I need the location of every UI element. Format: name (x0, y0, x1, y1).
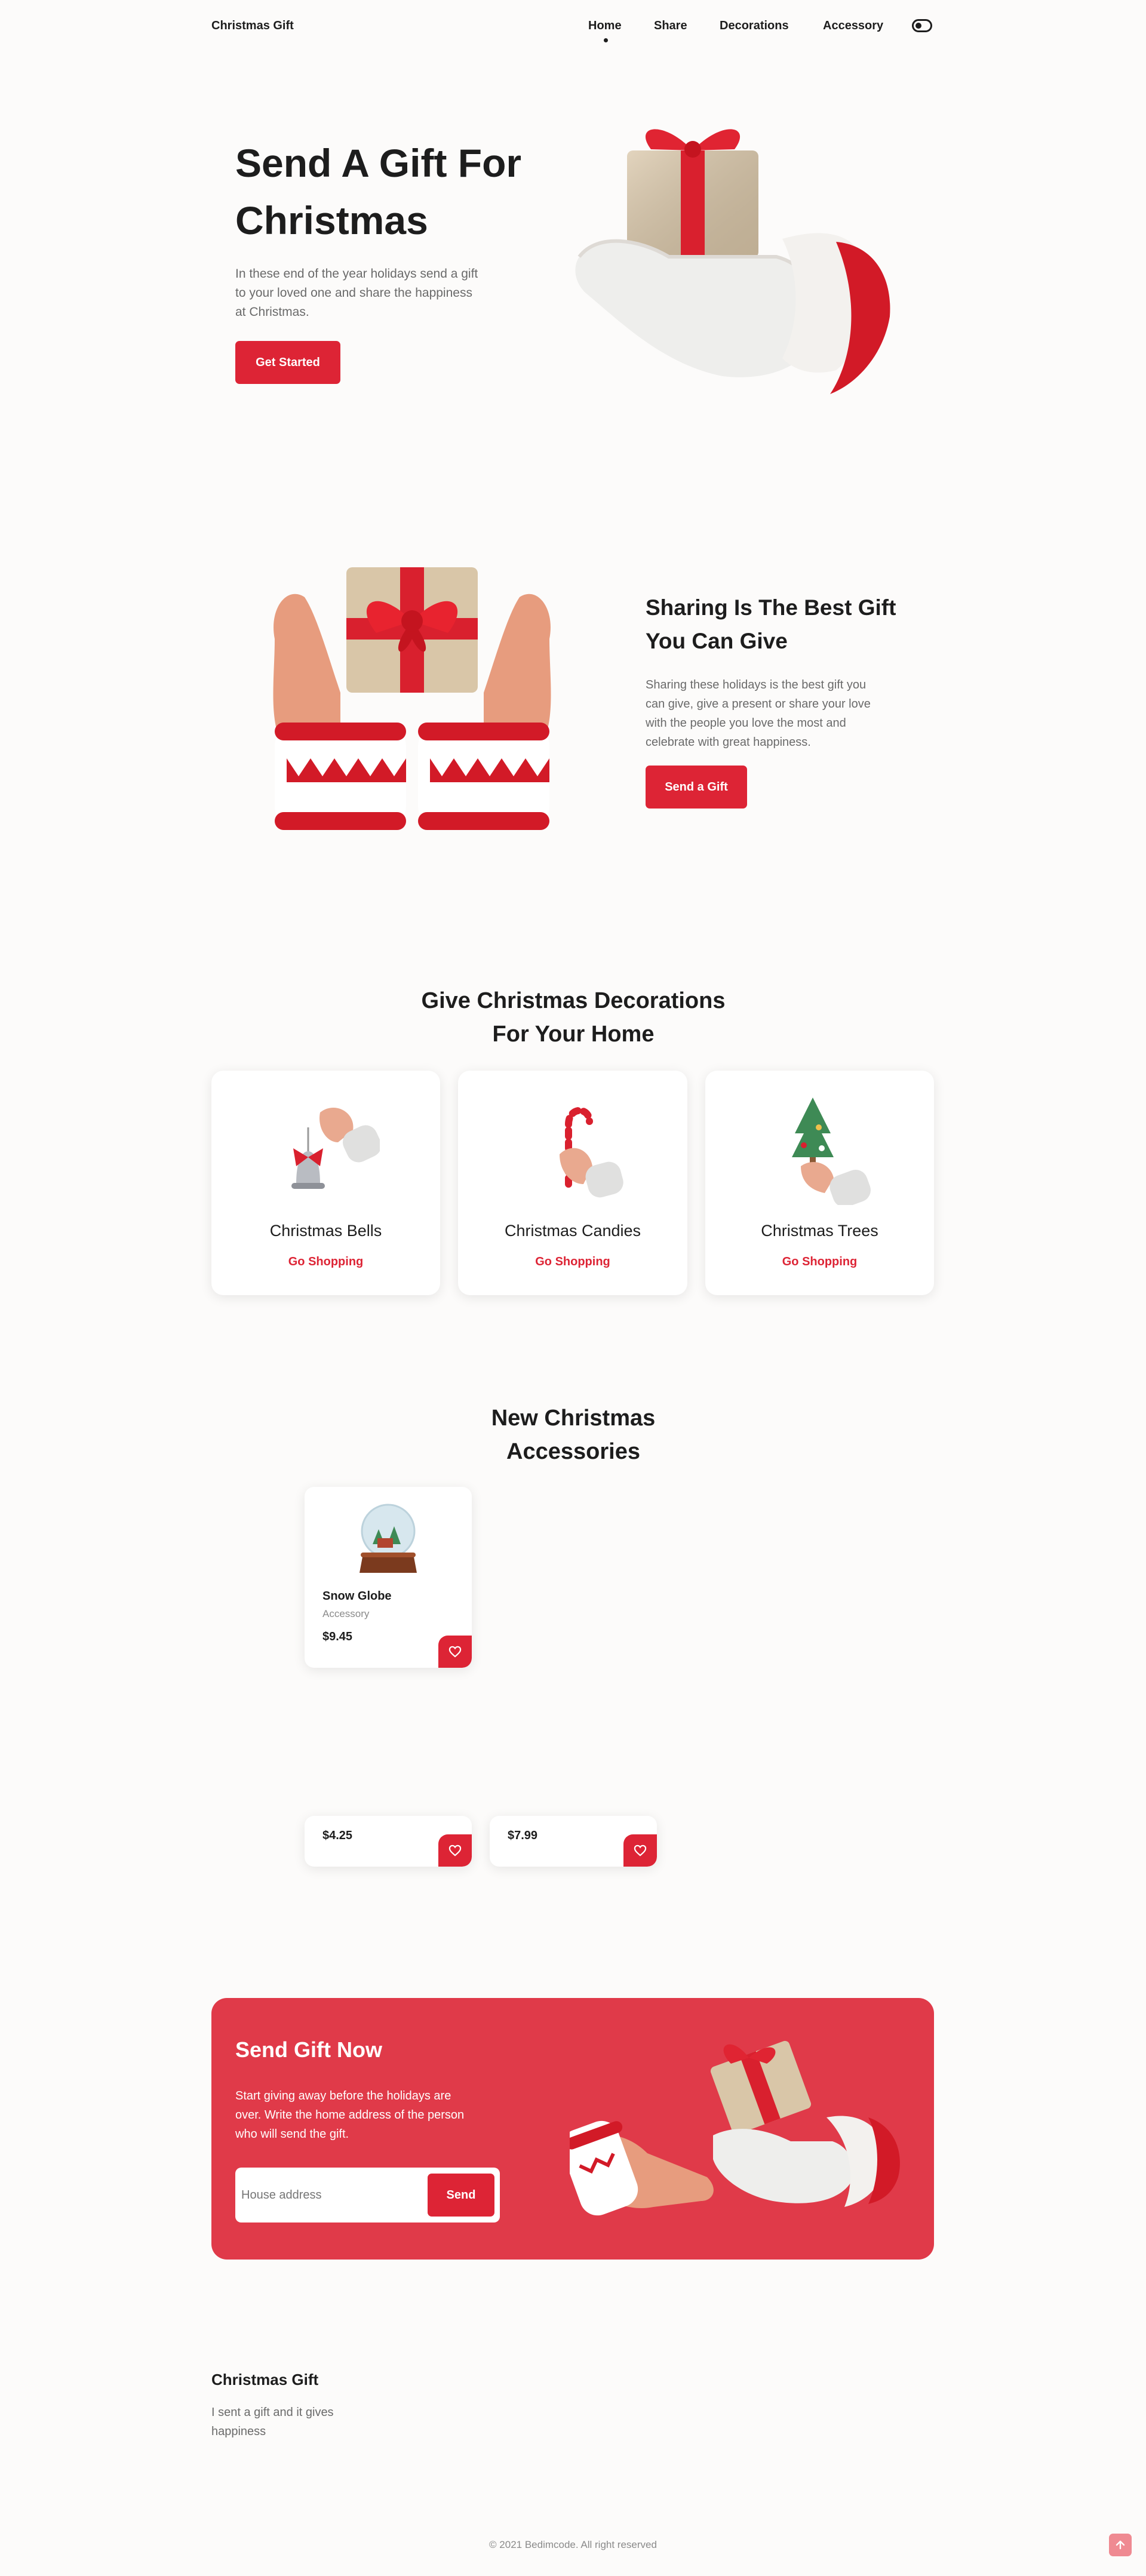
house-address-input[interactable] (241, 2180, 420, 2211)
share-title: Sharing Is The Best Gift You Can Give (646, 591, 896, 658)
share-text-line: can give, give a present or share your l… (646, 697, 871, 711)
send-a-gift-button[interactable]: Send a Gift (646, 766, 747, 809)
nav-decorations[interactable]: Decorations (720, 19, 789, 33)
heart-icon (634, 1845, 647, 1856)
share-text-line: Sharing these holidays is the best gift … (646, 678, 867, 691)
hero-text-line: to your loved one and share the happines… (235, 286, 472, 300)
gift-box-icon (627, 129, 758, 258)
favorite-button[interactable] (623, 1834, 657, 1867)
glove-gift-illustration (575, 129, 890, 394)
accessory-card[interactable]: $7.99 (490, 1816, 657, 1867)
accessory-name: Snow Globe (322, 1590, 392, 1603)
footer-title: Christmas Gift (211, 2371, 319, 2389)
accessory-price: $4.25 (322, 1829, 353, 1842)
share-text-line: with the people you love the most and (646, 717, 846, 730)
favorite-button[interactable] (438, 1636, 472, 1668)
brand-logo[interactable]: Christmas Gift (211, 19, 294, 33)
go-shopping-link[interactable]: Go Shopping (458, 1255, 687, 1269)
hands-gift-illustration (273, 567, 551, 830)
decoration-card-title: Christmas Trees (761, 1222, 878, 1240)
send-button[interactable]: Send (428, 2174, 494, 2217)
copyright: © 2021 Bedimcode. All right reserved (489, 2539, 657, 2550)
decoration-card-candies[interactable]: Christmas Candies Go Shopping (458, 1071, 687, 1295)
gift-exchange-illustration (570, 2040, 900, 2216)
heart-icon (448, 1845, 462, 1856)
hero-title-line-1: Send A Gift For (235, 141, 522, 185)
nav-accessory[interactable]: Accessory (823, 19, 883, 33)
share-title-line-1: Sharing Is The Best Gift (646, 595, 896, 620)
decorations-title-line-2: For Your Home (492, 1022, 655, 1047)
cta-text: Start giving away before the holidays ar… (235, 2086, 464, 2144)
theme-toggle-icon[interactable] (912, 19, 932, 32)
accessory-card-snow-globe[interactable]: Snow Globe Accessory $9.45 (305, 1487, 472, 1668)
nav-share[interactable]: Share (654, 19, 687, 33)
gift-box-icon (346, 567, 478, 693)
hero-text-line: at Christmas. (235, 305, 309, 319)
hero-text-line: In these end of the year holidays send a… (235, 267, 478, 281)
decoration-card-title: Christmas Candies (504, 1222, 641, 1240)
hero-title-line-2: Christmas (235, 198, 428, 242)
scroll-up-button[interactable] (1109, 2534, 1132, 2556)
cta-text-line: who will send the gift. (235, 2128, 349, 2141)
send-gift-section: Send Gift Now Start giving away before t… (211, 1998, 934, 2260)
heart-icon (448, 1646, 462, 1658)
accessory-price: $7.99 (508, 1829, 538, 1842)
hero-text: In these end of the year holidays send a… (235, 265, 478, 322)
footer-text: I sent a gift and it gives happiness (211, 2403, 334, 2441)
go-shopping-link[interactable]: Go Shopping (705, 1255, 934, 1269)
go-shopping-link[interactable]: Go Shopping (211, 1255, 440, 1269)
candy-cane-hand-icon (560, 1106, 623, 1198)
cta-text-line: over. Write the home address of the pers… (235, 2108, 465, 2122)
address-form: Send (235, 2168, 500, 2223)
accessory-price: $9.45 (322, 1630, 353, 1643)
share-text-line: celebrate with great happiness. (646, 736, 811, 749)
share-title-line-2: You Can Give (646, 629, 788, 653)
accessories-title-line-1: New Christmas (491, 1406, 656, 1431)
accessories-title-line-2: Accessories (506, 1439, 640, 1464)
get-started-button[interactable]: Get Started (235, 341, 340, 384)
arrow-up-icon (1116, 2540, 1125, 2550)
bell-hand-icon (291, 1107, 380, 1189)
cta-text-line: Start giving away before the holidays ar… (235, 2089, 451, 2102)
favorite-button[interactable] (438, 1834, 472, 1867)
accessory-category: Accessory (322, 1608, 370, 1619)
decoration-card-trees[interactable]: Christmas Trees Go Shopping (705, 1071, 934, 1295)
decorations-title: Give Christmas Decorations For Your Home (334, 984, 812, 1051)
nav-home[interactable]: Home (588, 19, 622, 33)
decorations-title-line-1: Give Christmas Decorations (421, 988, 726, 1013)
tree-hand-icon (792, 1098, 871, 1205)
footer-text-line: I sent a gift and it gives (211, 2406, 334, 2419)
accessories-title: New Christmas Accessories (394, 1401, 752, 1468)
snow-globe-icon (360, 1504, 417, 1573)
footer-text-line: happiness (211, 2425, 266, 2438)
decoration-card-title: Christmas Bells (269, 1222, 382, 1240)
hero-title: Send A Gift For Christmas (235, 134, 521, 249)
gift-box-icon (710, 2040, 812, 2135)
accessory-card[interactable]: $4.25 (305, 1816, 472, 1867)
share-text: Sharing these holidays is the best gift … (646, 675, 871, 752)
nav-active-indicator (604, 38, 608, 42)
cta-title: Send Gift Now (235, 2037, 382, 2062)
decoration-card-bells[interactable]: Christmas Bells Go Shopping (211, 1071, 440, 1295)
